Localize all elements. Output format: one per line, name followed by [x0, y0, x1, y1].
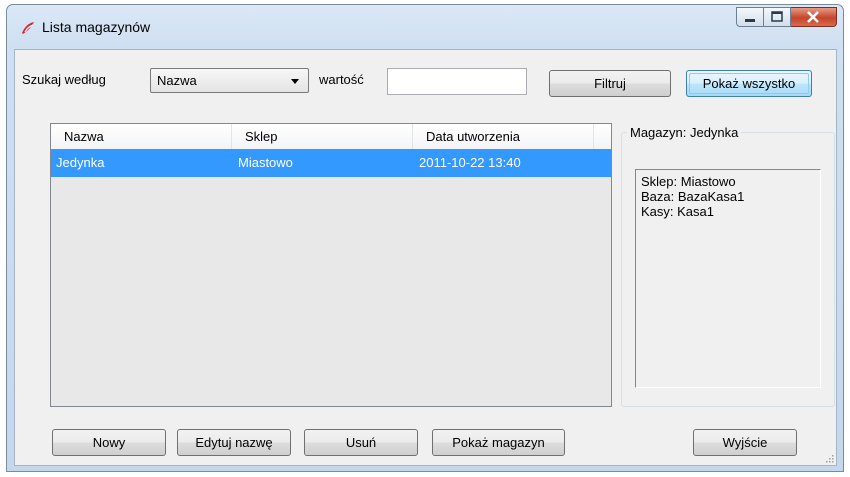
delete-button[interactable]: Usuń [304, 429, 418, 456]
chevron-down-icon [291, 79, 299, 84]
resize-grip-icon[interactable] [824, 453, 834, 463]
column-header-nazwa[interactable]: Nazwa [51, 124, 232, 149]
warehouse-list[interactable]: Nazwa Sklep Data utworzenia Jedynka Mias… [50, 123, 612, 407]
exit-button[interactable]: Wyjście [693, 429, 797, 456]
show-all-button[interactable]: Pokaż wszystko [686, 70, 812, 97]
minimize-icon [745, 19, 755, 22]
app-logo-icon [22, 22, 34, 34]
minimize-button[interactable] [736, 7, 764, 27]
client-area: Szukaj według Nazwa wartość Filtruj Poka… [14, 49, 837, 466]
search-by-label: Szukaj według [22, 72, 106, 87]
search-field-select[interactable]: Nazwa [150, 68, 309, 93]
search-value-input[interactable] [387, 68, 527, 95]
details-group-title: Magazyn: Jedynka [627, 125, 742, 140]
caption-buttons [736, 7, 837, 31]
details-line: Baza: BazaKasa1 [641, 189, 745, 204]
maximize-button[interactable] [764, 7, 791, 27]
search-field-value: Nazwa [157, 73, 197, 88]
new-button[interactable]: Nowy [52, 429, 166, 456]
show-warehouse-button[interactable]: Pokaż magazyn [432, 429, 565, 456]
edit-name-button[interactable]: Edytuj nazwę [177, 429, 291, 456]
show-all-label: Pokaż wszystko [702, 76, 796, 91]
value-label: wartość [319, 72, 364, 87]
window-title: Lista magazynów [42, 19, 151, 35]
table-row[interactable]: Jedynka Miastowo 2011-10-22 13:40 [51, 149, 611, 177]
details-line: Kasy: Kasa1 [641, 204, 714, 219]
title-bar[interactable]: Lista magazynów [7, 5, 843, 49]
maximize-icon [771, 11, 783, 22]
filter-button[interactable]: Filtruj [549, 70, 671, 97]
cell-sklep: Miastowo [238, 155, 293, 170]
column-header-sklep[interactable]: Sklep [232, 124, 413, 149]
close-button[interactable] [791, 7, 837, 27]
main-window: Lista magazynów Szukaj według Nazwa wart… [6, 4, 844, 472]
column-header-data[interactable]: Data utworzenia [413, 124, 594, 149]
cell-nazwa: Jedynka [56, 155, 105, 170]
close-icon [807, 11, 819, 23]
details-text[interactable]: Sklep: Miastowo Baza: BazaKasa1 Kasy: Ka… [635, 169, 821, 388]
details-line: Sklep: Miastowo [641, 174, 736, 189]
cell-data: 2011-10-22 13:40 [419, 155, 521, 170]
list-header: Nazwa Sklep Data utworzenia [51, 124, 611, 150]
